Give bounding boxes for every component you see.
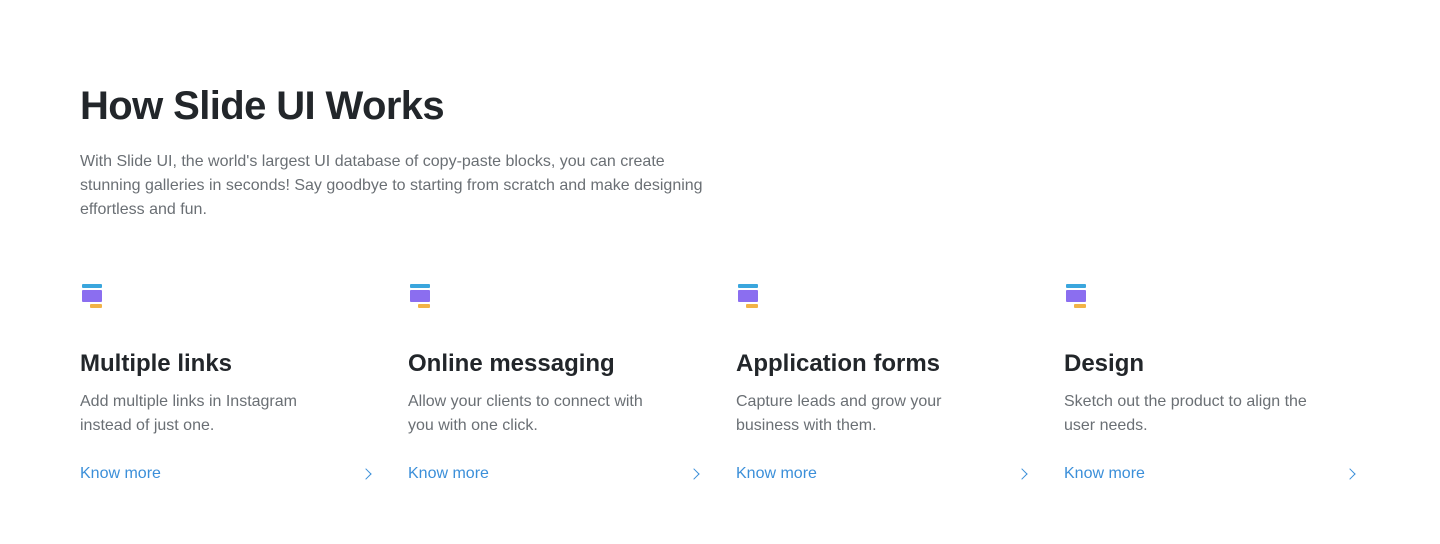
icon-top-bar — [738, 284, 758, 288]
know-more-label: Know more — [408, 465, 489, 482]
know-more-label: Know more — [736, 465, 817, 482]
icon-main-block — [410, 290, 430, 302]
icon-top-bar — [410, 284, 430, 288]
know-more-link-design[interactable]: Know more — [1064, 462, 1356, 486]
know-more-label: Know more — [80, 465, 161, 482]
chevron-right-icon — [1344, 468, 1356, 480]
feature-title: Design — [1064, 350, 1145, 377]
how-it-works-section: How Slide UI Works With Slide UI, the wo… — [0, 0, 1440, 544]
feature-title: Multiple links — [80, 350, 233, 377]
section-title: How Slide UI Works — [80, 84, 445, 128]
icon-main-block — [1066, 290, 1086, 302]
layout-blocks-icon — [1064, 284, 1088, 310]
feature-card-application-forms: Application forms Capture leads and grow… — [736, 284, 1028, 486]
feature-card-multiple-links: Multiple links Add multiple links in Ins… — [80, 284, 372, 486]
know-more-label: Know more — [1064, 465, 1145, 482]
feature-card-design: Design Sketch out the product to align t… — [1064, 284, 1356, 486]
know-more-link-online-messaging[interactable]: Know more — [408, 462, 700, 486]
feature-description: Capture leads and grow your business wit… — [736, 393, 942, 434]
feature-card-online-messaging: Online messaging Allow your clients to c… — [408, 284, 700, 486]
icon-foot-bar — [90, 304, 102, 308]
features-grid: Multiple links Add multiple links in Ins… — [80, 284, 1360, 486]
icon-foot-bar — [418, 304, 430, 308]
icon-top-bar — [82, 284, 102, 288]
icon-main-block — [82, 290, 102, 302]
icon-foot-bar — [1074, 304, 1086, 308]
chevron-right-icon — [1016, 468, 1028, 480]
feature-title: Application forms — [736, 350, 941, 377]
section-description: With Slide UI, the world's largest UI da… — [80, 153, 703, 218]
feature-description: Sketch out the product to align the user… — [1064, 393, 1307, 434]
chevron-right-icon — [688, 468, 700, 480]
icon-main-block — [738, 290, 758, 302]
chevron-right-icon — [360, 468, 372, 480]
feature-description: Allow your clients to connect with you w… — [408, 393, 643, 434]
icon-top-bar — [1066, 284, 1086, 288]
feature-description: Add multiple links in Instagram instead … — [80, 393, 297, 434]
feature-title: Online messaging — [408, 350, 615, 377]
icon-foot-bar — [746, 304, 758, 308]
layout-blocks-icon — [408, 284, 432, 310]
know-more-link-multiple-links[interactable]: Know more — [80, 462, 372, 486]
layout-blocks-icon — [736, 284, 760, 310]
know-more-link-application-forms[interactable]: Know more — [736, 462, 1028, 486]
layout-blocks-icon — [80, 284, 104, 310]
